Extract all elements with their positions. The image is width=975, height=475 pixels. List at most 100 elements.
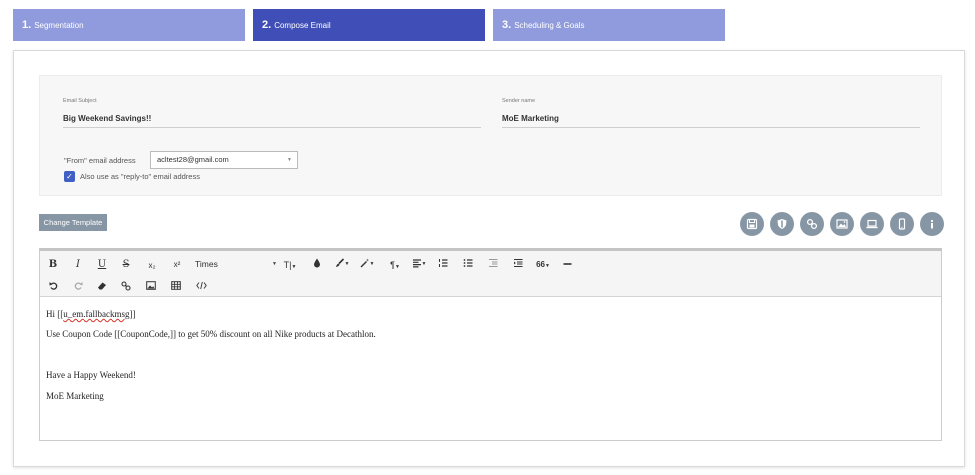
insert-table-button[interactable]	[171, 281, 181, 294]
image-icon	[836, 219, 848, 229]
outdent-button[interactable]	[487, 258, 499, 272]
italic-button[interactable]: I	[73, 259, 83, 271]
chevron-down-icon: ▼	[344, 261, 350, 267]
horizontal-line-button[interactable]	[562, 259, 572, 273]
step-label: Compose Email	[274, 20, 331, 30]
table-icon	[171, 281, 181, 290]
chevron-down-icon: ▼	[421, 261, 427, 267]
unordered-list-button[interactable]	[462, 258, 474, 272]
code-icon	[195, 281, 207, 290]
step-label: Scheduling & Goals	[514, 20, 585, 30]
shield-button[interactable]	[770, 212, 794, 236]
brush-icon	[335, 258, 344, 267]
droplet-icon	[314, 258, 320, 268]
content-line-greeting: Hi [[u_em.fallbackmsg]]	[46, 309, 135, 319]
indent-icon	[514, 258, 523, 268]
step-label: Segmentation	[34, 20, 84, 30]
chevron-down-icon: ▼	[291, 264, 297, 270]
quote-button[interactable]: 66▼	[534, 259, 552, 272]
mobile-preview-button[interactable]	[890, 212, 914, 236]
wizard-steps: 1. Segmentation 2. Compose Email 3. Sche…	[13, 9, 725, 41]
desktop-preview-button[interactable]	[860, 212, 884, 236]
greeting-prefix: Hi [[	[46, 309, 64, 319]
image-icon	[146, 281, 156, 290]
save-icon	[746, 218, 758, 230]
code-view-button[interactable]	[195, 281, 207, 294]
content-line-coupon: Use Coupon Code [[CouponCode,]] to get 5…	[46, 329, 376, 339]
step-number: 3.	[502, 19, 512, 31]
subject-label: Email Subject	[63, 98, 97, 104]
magic-wand-icon	[360, 258, 369, 268]
chevron-down-icon: ▼	[544, 263, 550, 269]
from-address-select[interactable]: acltest28@gmail.com ▼	[150, 151, 298, 169]
chevron-down-icon: ▼	[394, 264, 400, 270]
insert-image-button[interactable]	[146, 281, 156, 294]
font-family-select[interactable]: Times ▼	[195, 258, 277, 270]
style-button[interactable]: ▼	[358, 258, 376, 272]
mobile-icon	[898, 218, 906, 230]
image-button[interactable]	[830, 212, 854, 236]
bold-button[interactable]: B	[48, 259, 58, 271]
editor-toolbar: B I U S x₂ x² Times ▼ T|▼ ▼ ▼ ¶▼ ▼ 66▼	[40, 251, 941, 297]
from-address-label: "From" email address	[64, 156, 136, 165]
subject-input[interactable]: Big Weekend Savings!!	[63, 114, 151, 123]
align-button[interactable]: ▼	[409, 258, 429, 272]
reply-to-label: Also use as "reply-to" email address	[80, 172, 200, 181]
clear-formatting-button[interactable]	[97, 281, 107, 294]
superscript-button[interactable]: x²	[170, 259, 184, 271]
sender-label: Sender name	[502, 98, 536, 104]
email-details-panel: Email Subject Big Weekend Savings!! Send…	[39, 75, 942, 196]
sender-underline	[502, 127, 920, 128]
step-segmentation[interactable]: 1. Segmentation	[13, 9, 245, 41]
insert-link-button[interactable]	[121, 281, 131, 295]
align-left-icon	[412, 259, 421, 268]
compose-card: Email Subject Big Weekend Savings!! Send…	[13, 50, 965, 467]
email-editor[interactable]: B I U S x₂ x² Times ▼ T|▼ ▼ ▼ ¶▼ ▼ 66▼ H…	[39, 248, 942, 441]
ordered-list-icon	[439, 259, 448, 267]
from-address-value: acltest28@gmail.com	[157, 155, 229, 164]
text-color-button[interactable]	[312, 258, 322, 272]
content-line-signature: MoE Marketing	[46, 391, 104, 401]
content-line-weekend: Have a Happy Weekend!	[46, 370, 136, 380]
highlight-color-button[interactable]: ▼	[333, 258, 351, 272]
sender-input[interactable]: MoE Marketing	[502, 114, 559, 123]
ordered-list-button[interactable]	[437, 258, 449, 272]
link-icon	[121, 281, 131, 291]
info-icon	[930, 219, 934, 229]
step-compose-email[interactable]: 2. Compose Email	[253, 9, 485, 41]
redo-icon	[74, 282, 82, 290]
link-icon	[806, 218, 818, 230]
shield-icon	[777, 219, 787, 229]
outdent-icon	[489, 258, 498, 268]
undo-icon	[49, 282, 57, 290]
step-scheduling-goals[interactable]: 3. Scheduling & Goals	[493, 9, 725, 41]
quote-icon: 66	[536, 260, 545, 269]
font-size-button[interactable]: T|▼	[281, 259, 299, 273]
undo-button[interactable]	[48, 281, 58, 294]
template-tools	[740, 212, 944, 236]
underline-button[interactable]: U	[97, 259, 107, 271]
font-family-value: Times	[195, 259, 218, 269]
laptop-icon	[866, 219, 878, 229]
unordered-list-icon	[463, 259, 473, 267]
chevron-down-icon: ▼	[369, 261, 375, 267]
strikethrough-button[interactable]: S	[121, 259, 131, 271]
horizontal-line-icon	[563, 263, 571, 265]
info-button[interactable]	[920, 212, 944, 236]
subscript-button[interactable]: x₂	[145, 260, 159, 272]
greeting-suffix: ]]	[129, 309, 136, 319]
eraser-icon	[98, 282, 106, 290]
subject-underline	[63, 127, 481, 128]
personalization-variable: u_em.fallbackmsg	[63, 309, 130, 319]
save-button[interactable]	[740, 212, 764, 236]
step-number: 1.	[22, 19, 32, 31]
indent-button[interactable]	[512, 258, 524, 272]
paragraph-format-button[interactable]: ¶▼	[386, 259, 404, 273]
step-number: 2.	[262, 19, 272, 31]
link-button[interactable]	[800, 212, 824, 236]
chevron-down-icon: ▼	[272, 261, 277, 267]
redo-button[interactable]	[73, 281, 83, 294]
change-template-button[interactable]: Change Template	[39, 214, 107, 231]
chevron-down-icon: ▼	[287, 157, 292, 163]
reply-to-checkbox[interactable]: ✓	[64, 171, 75, 182]
